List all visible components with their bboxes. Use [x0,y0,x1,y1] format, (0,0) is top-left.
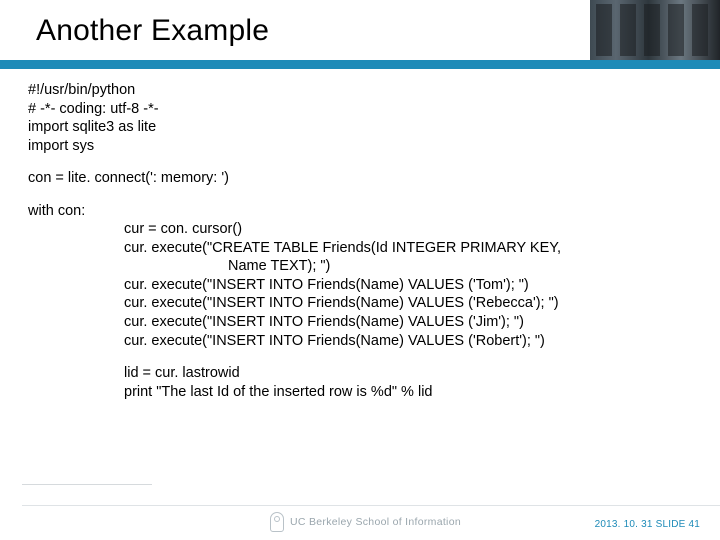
code-line: cur. execute("CREATE TABLE Friends(Id IN… [28,239,561,258]
slide: Another Example #!/usr/bin/python # -*- … [0,0,720,540]
code-line: Name TEXT); ") [28,257,330,276]
decorative-photo [590,0,720,60]
code-line: import sqlite3 as lite [28,119,156,135]
code-content: #!/usr/bin/python # -*- coding: utf-8 -*… [0,69,720,401]
code-line: cur. execute("INSERT INTO Friends(Name) … [28,332,545,351]
code-line: #!/usr/bin/python [28,82,135,98]
code-line: lid = cur. lastrowid [28,364,240,383]
code-line: con = lite. connect(': memory: ') [28,170,229,186]
accent-bar [0,60,720,69]
code-line: # -*- coding: utf-8 -*- [28,101,159,117]
code-block-2: con = lite. connect(': memory: ') [28,169,698,188]
small-rule [22,484,152,485]
code-line: cur. execute("INSERT INTO Friends(Name) … [28,294,559,313]
code-block-1: #!/usr/bin/python # -*- coding: utf-8 -*… [28,81,698,155]
brand-text: UC Berkeley School of Information [290,516,461,528]
code-line: cur. execute("INSERT INTO Friends(Name) … [28,276,529,295]
footer: UC Berkeley School of Information 2013. … [0,504,720,540]
code-block-3: with con: cur = con. cursor() cur. execu… [28,202,698,350]
code-line: print "The last Id of the inserted row i… [28,383,433,402]
code-line: import sys [28,138,94,154]
code-line: cur. execute("INSERT INTO Friends(Name) … [28,313,524,332]
title-bar: Another Example [0,0,720,60]
berkeley-logo-icon [270,512,284,532]
code-line: with con: [28,203,85,219]
code-block-4: lid = cur. lastrowid print "The last Id … [28,364,698,401]
slide-number: 2013. 10. 31 SLIDE 41 [595,519,700,530]
code-line: cur = con. cursor() [28,220,242,239]
brand: UC Berkeley School of Information [270,512,461,532]
